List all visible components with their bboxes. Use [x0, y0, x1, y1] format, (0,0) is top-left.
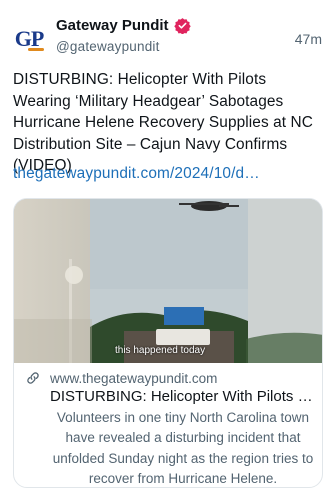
avatar-swoosh: [28, 48, 44, 51]
card-description: Volunteers in one tiny North Carolina to…: [52, 410, 314, 487]
video-caption: this happened today: [115, 345, 206, 356]
post-timestamp[interactable]: 47m: [295, 31, 322, 47]
author-handle[interactable]: @gatewaypundit: [56, 39, 160, 54]
post-link[interactable]: thegatewaypundit.com/2024/10/d…: [13, 165, 260, 183]
card-title[interactable]: DISTURBING: Helicopter With Pilots W…: [50, 388, 314, 405]
link-preview-card[interactable]: this happened today www.thegatewaypundit…: [13, 198, 323, 488]
link-icon: [27, 372, 39, 384]
video-still: [14, 199, 322, 363]
post-text: DISTURBING: Helicopter With Pilots Weari…: [13, 71, 313, 174]
author-name-row[interactable]: Gateway Pundit: [56, 17, 191, 34]
card-media-image[interactable]: this happened today: [14, 199, 322, 363]
card-meta[interactable]: www.thegatewaypundit.com DISTURBING: Hel…: [14, 363, 322, 487]
post[interactable]: GP Gateway Pundit @gatewaypundit 47m DIS…: [0, 0, 336, 500]
avatar-logo: GP: [14, 26, 45, 51]
avatar[interactable]: GP: [12, 22, 46, 56]
card-domain[interactable]: www.thegatewaypundit.com: [50, 371, 217, 386]
display-name[interactable]: Gateway Pundit: [56, 17, 169, 34]
verified-badge-icon: [173, 18, 191, 34]
